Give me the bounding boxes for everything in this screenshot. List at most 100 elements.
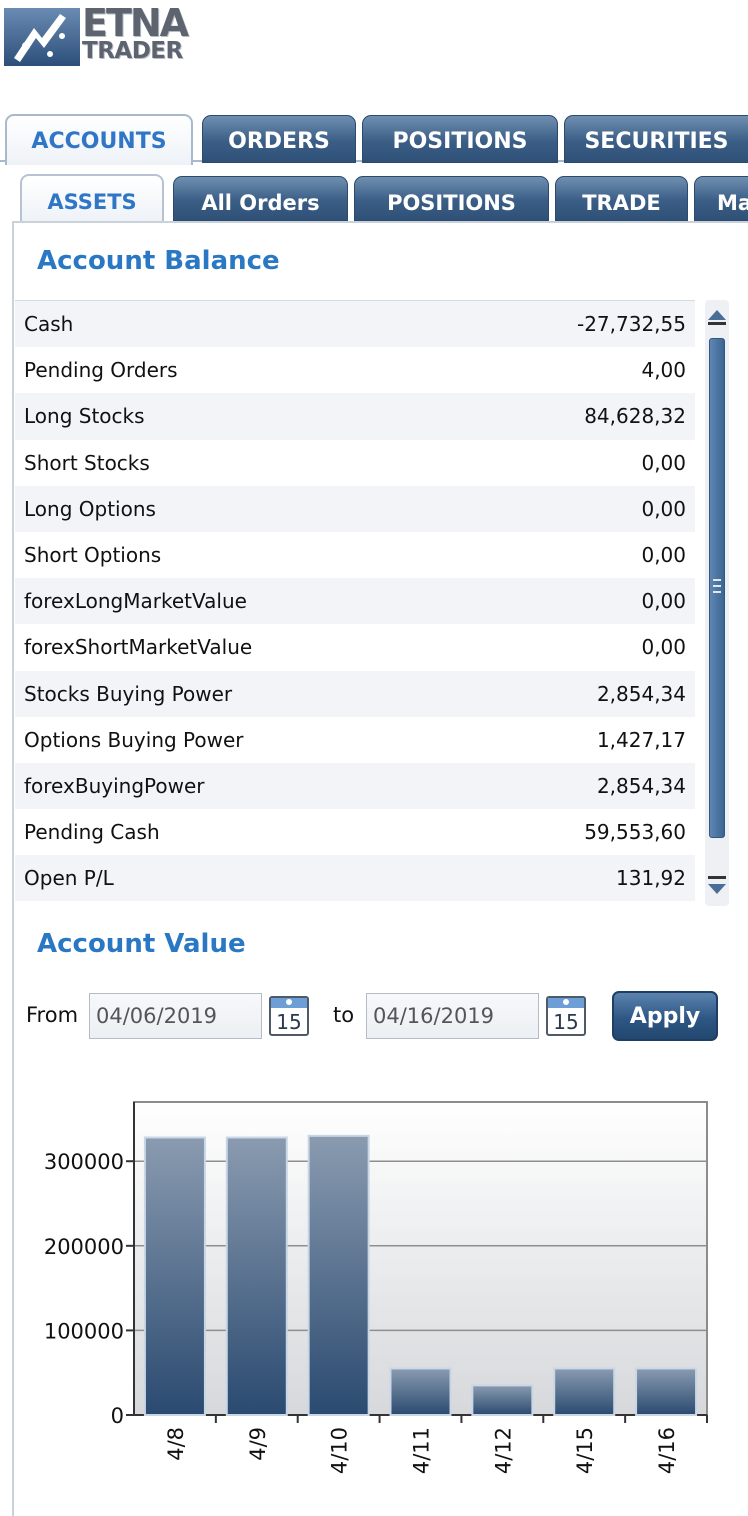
bar bbox=[553, 1367, 616, 1416]
to-date-input[interactable] bbox=[366, 993, 539, 1039]
balance-row-pending-orders: Pending Orders 4,00 bbox=[15, 347, 695, 394]
y-tick-label: 200000 bbox=[44, 1235, 124, 1259]
balance-row-long-stocks: Long Stocks 84,628,32 bbox=[15, 393, 695, 440]
balance-label: Short Stocks bbox=[24, 450, 150, 475]
tab-orders-label: ORDERS bbox=[228, 129, 330, 154]
to-label: to bbox=[333, 1003, 355, 1027]
y-tick-label: 0 bbox=[111, 1404, 124, 1428]
x-tick-label: 4/15 bbox=[573, 1427, 597, 1474]
balance-row-forex-buying-power: forexBuyingPower 2,854,34 bbox=[15, 762, 695, 810]
balance-value: 59,553,60 bbox=[584, 820, 686, 845]
balance-row-open-pl: Open P/L 131,92 bbox=[15, 855, 695, 902]
subtab-all-orders-label: All Orders bbox=[201, 191, 320, 215]
logo-text: ETNA TRADER bbox=[82, 1, 189, 64]
balance-value: 0,00 bbox=[641, 543, 686, 568]
balance-label: Short Options bbox=[24, 543, 162, 568]
tab-orders[interactable]: ORDERS bbox=[202, 115, 356, 163]
x-tick-label: 4/12 bbox=[491, 1427, 515, 1474]
scroll-down-icon[interactable] bbox=[708, 884, 726, 894]
balance-value: 4,00 bbox=[641, 358, 686, 383]
balance-label: Pending Cash bbox=[24, 820, 160, 845]
balance-scrollbar[interactable] bbox=[705, 300, 729, 906]
balance-value: 0,00 bbox=[641, 450, 686, 475]
balance-label: Stocks Buying Power bbox=[24, 681, 233, 706]
tab-positions[interactable]: POSITIONS bbox=[362, 115, 558, 163]
tab-securities[interactable]: SECURITIES bbox=[564, 115, 748, 163]
logo-mark-icon bbox=[4, 8, 80, 66]
balance-row-short-stocks: Short Stocks 0,00 bbox=[15, 439, 695, 486]
balance-value: 1,427,17 bbox=[596, 727, 686, 752]
balance-row-stocks-buying-power: Stocks Buying Power 2,854,34 bbox=[15, 670, 695, 717]
y-tick-label: 100000 bbox=[44, 1319, 124, 1343]
logo-line-1: ETNA bbox=[82, 1, 189, 45]
balance-label: forexBuyingPower bbox=[24, 773, 205, 798]
tab-positions-label: POSITIONS bbox=[392, 129, 528, 154]
x-tick-label: 4/11 bbox=[410, 1427, 434, 1474]
apply-button[interactable]: Apply bbox=[612, 991, 718, 1041]
bar bbox=[225, 1136, 288, 1417]
account-value-title: Account Value bbox=[37, 929, 246, 959]
account-value-chart: 0 100000 200000 300000 4/8 4/9 4/10 4/11 4/12 4/1… bbox=[44, 1101, 708, 1474]
balance-value: 0,00 bbox=[641, 496, 686, 521]
chart-plot-layer: 0 100000 200000 300000 4/8 4/9 4/10 4/11 4/12 4/1… bbox=[44, 1101, 708, 1474]
etna-trader-logo: ETNA TRADER bbox=[4, 4, 200, 66]
scrollbar-thumb[interactable] bbox=[709, 338, 725, 838]
subtab-more[interactable]: Ma bbox=[694, 176, 748, 221]
calendar-day: 15 bbox=[276, 1010, 302, 1034]
subtab-trade-label: TRADE bbox=[582, 191, 661, 215]
x-tick-label: 4/8 bbox=[164, 1427, 188, 1461]
balance-value: 0,00 bbox=[641, 589, 686, 614]
calendar-header bbox=[548, 998, 584, 1008]
x-tick-label: 4/10 bbox=[328, 1427, 352, 1474]
bar bbox=[635, 1367, 698, 1416]
x-tick-label: 4/16 bbox=[655, 1427, 679, 1474]
from-calendar-icon[interactable]: 15 bbox=[269, 996, 309, 1036]
logo-line-2: TRADER bbox=[82, 38, 183, 64]
balance-value: 0,00 bbox=[641, 635, 686, 660]
balance-value: 2,854,34 bbox=[596, 773, 686, 798]
calendar-header bbox=[271, 998, 307, 1008]
main-tab-bar: ACCOUNTS ORDERS POSITIONS SECURITIES bbox=[0, 112, 748, 165]
subtab-more-label: Ma bbox=[717, 191, 748, 215]
balance-table: Cash -27,732,55 Pending Orders 4,00 Long… bbox=[15, 300, 695, 902]
balance-value: -27,732,55 bbox=[576, 312, 686, 337]
subtab-positions-label: POSITIONS bbox=[387, 191, 516, 215]
balance-value: 84,628,32 bbox=[584, 404, 686, 429]
balance-label: Cash bbox=[24, 312, 74, 337]
balance-value: 131,92 bbox=[616, 866, 686, 891]
balance-value: 2,854,34 bbox=[596, 681, 686, 706]
from-label: From bbox=[26, 1003, 79, 1027]
balance-row-pending-cash: Pending Cash 59,553,60 bbox=[15, 809, 695, 856]
balance-row-cash: Cash -27,732,55 bbox=[15, 301, 695, 348]
scroll-up-icon[interactable] bbox=[708, 310, 726, 320]
x-tick-label: 4/9 bbox=[246, 1427, 270, 1461]
balance-row-options-buying-power: Options Buying Power 1,427,17 bbox=[15, 716, 695, 763]
subtab-trade[interactable]: TRADE bbox=[555, 176, 688, 221]
balance-label: Open P/L bbox=[24, 866, 114, 891]
balance-row-forex-long: forexLongMarketValue 0,00 bbox=[15, 578, 695, 625]
subtab-all-orders[interactable]: All Orders bbox=[173, 176, 348, 221]
scroll-grip-icon bbox=[713, 591, 721, 593]
balance-label: Pending Orders bbox=[24, 358, 178, 383]
subtab-assets-label: ASSETS bbox=[47, 190, 137, 214]
subtab-assets[interactable]: ASSETS bbox=[20, 174, 164, 221]
from-date-input[interactable] bbox=[89, 993, 262, 1039]
bar bbox=[307, 1134, 370, 1417]
calendar-ring bbox=[286, 999, 292, 1005]
sub-tab-bar: ASSETS All Orders POSITIONS TRADE Ma bbox=[14, 174, 748, 222]
y-tick-label: 300000 bbox=[44, 1150, 124, 1174]
balance-label: forexLongMarketValue bbox=[24, 589, 247, 614]
balance-label: Options Buying Power bbox=[24, 727, 244, 752]
calendar-day: 15 bbox=[553, 1010, 579, 1034]
scroll-grip-icon bbox=[713, 579, 721, 581]
account-balance-title: Account Balance bbox=[37, 246, 280, 276]
scroll-grip-icon bbox=[713, 585, 721, 587]
bar bbox=[471, 1384, 534, 1417]
subtab-positions[interactable]: POSITIONS bbox=[354, 176, 549, 221]
tab-securities-label: SECURITIES bbox=[584, 129, 729, 154]
balance-row-long-options: Long Options 0,00 bbox=[15, 485, 695, 532]
tab-accounts[interactable]: ACCOUNTS bbox=[5, 114, 193, 165]
to-calendar-icon[interactable]: 15 bbox=[546, 996, 586, 1036]
balance-label: forexShortMarketValue bbox=[24, 635, 253, 660]
tab-accounts-label: ACCOUNTS bbox=[31, 129, 167, 154]
